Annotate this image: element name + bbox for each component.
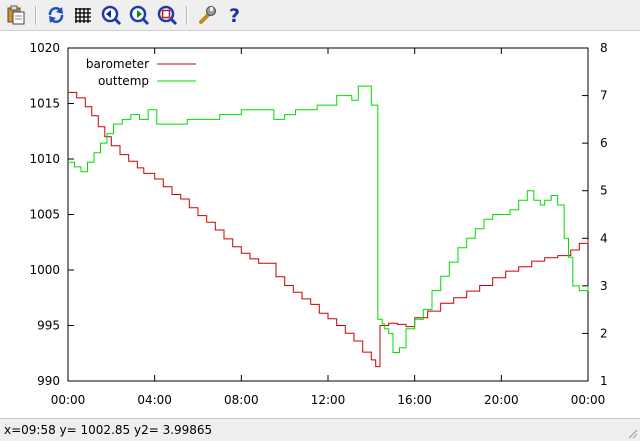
grid-button[interactable] <box>72 4 94 26</box>
y2-tick-label: 8 <box>600 41 608 55</box>
y2-tick-label: 5 <box>600 184 608 198</box>
y-tick-label: 1010 <box>29 152 60 166</box>
x-tick-label: 04:00 <box>137 393 172 407</box>
toolbar-separator <box>186 6 188 25</box>
toolbar-separator <box>35 6 37 25</box>
series-line-barometer <box>68 91 589 368</box>
settings-button[interactable] <box>196 4 218 26</box>
y2-tick-label: 4 <box>600 231 608 245</box>
autoscale-button[interactable] <box>156 4 178 26</box>
series-line-outtemp <box>68 85 589 353</box>
y-tick-label: 990 <box>37 374 60 388</box>
previous-zoom-button[interactable] <box>100 4 122 26</box>
copy-clipboard-button[interactable] <box>5 4 27 26</box>
legend-label-outtemp: outtemp <box>98 74 149 88</box>
line-chart[interactable]: 00:00 04:00 08:00 12:00 16:00 20:00 00:00 990 99… <box>0 31 640 418</box>
cursor-coordinates: x=09:58 y= 1002.85 y2= 3.99865 <box>4 423 213 437</box>
replot-button[interactable] <box>45 4 67 26</box>
y2-tick-label: 2 <box>600 326 608 340</box>
zoom-back-icon <box>101 5 122 26</box>
zoom-forward-icon <box>129 5 150 26</box>
x-tick-label: 16:00 <box>397 393 432 407</box>
x-tick-label: 00:00 <box>571 393 606 407</box>
y-tick-label: 1005 <box>29 208 60 222</box>
x-tick-label: 08:00 <box>224 393 259 407</box>
y2-tick-label: 3 <box>600 279 608 293</box>
zoom-fit-icon <box>157 5 178 26</box>
grid-icon <box>75 8 91 23</box>
help-icon: ? <box>229 5 240 27</box>
y2-tick-label: 7 <box>600 89 608 103</box>
x-tick-label: 20:00 <box>484 393 519 407</box>
y-tick-label: 995 <box>37 319 60 333</box>
refresh-icon <box>48 7 64 23</box>
x-tick-label: 12:00 <box>311 393 346 407</box>
svg-text:?: ? <box>229 5 240 26</box>
toolbar: ? <box>0 0 640 31</box>
clipboard-icon <box>7 5 25 25</box>
y2-tick-label: 1 <box>600 374 608 388</box>
resize-grip-icon[interactable] <box>626 427 638 439</box>
plot-area[interactable]: 00:00 04:00 08:00 12:00 16:00 20:00 00:00 990 99… <box>0 31 640 418</box>
next-zoom-button[interactable] <box>128 4 150 26</box>
y-tick-label: 1020 <box>29 41 60 55</box>
wrench-icon <box>199 6 216 24</box>
status-bar: x=09:58 y= 1002.85 y2= 3.99865 <box>0 418 640 441</box>
y2-tick-label: 6 <box>600 136 608 150</box>
y-tick-label: 1000 <box>29 263 60 277</box>
x-tick-label: 00:00 <box>51 393 86 407</box>
legend-label-barometer: barometer <box>86 57 149 71</box>
help-button[interactable]: ? <box>224 4 246 27</box>
y-tick-label: 1015 <box>29 97 60 111</box>
